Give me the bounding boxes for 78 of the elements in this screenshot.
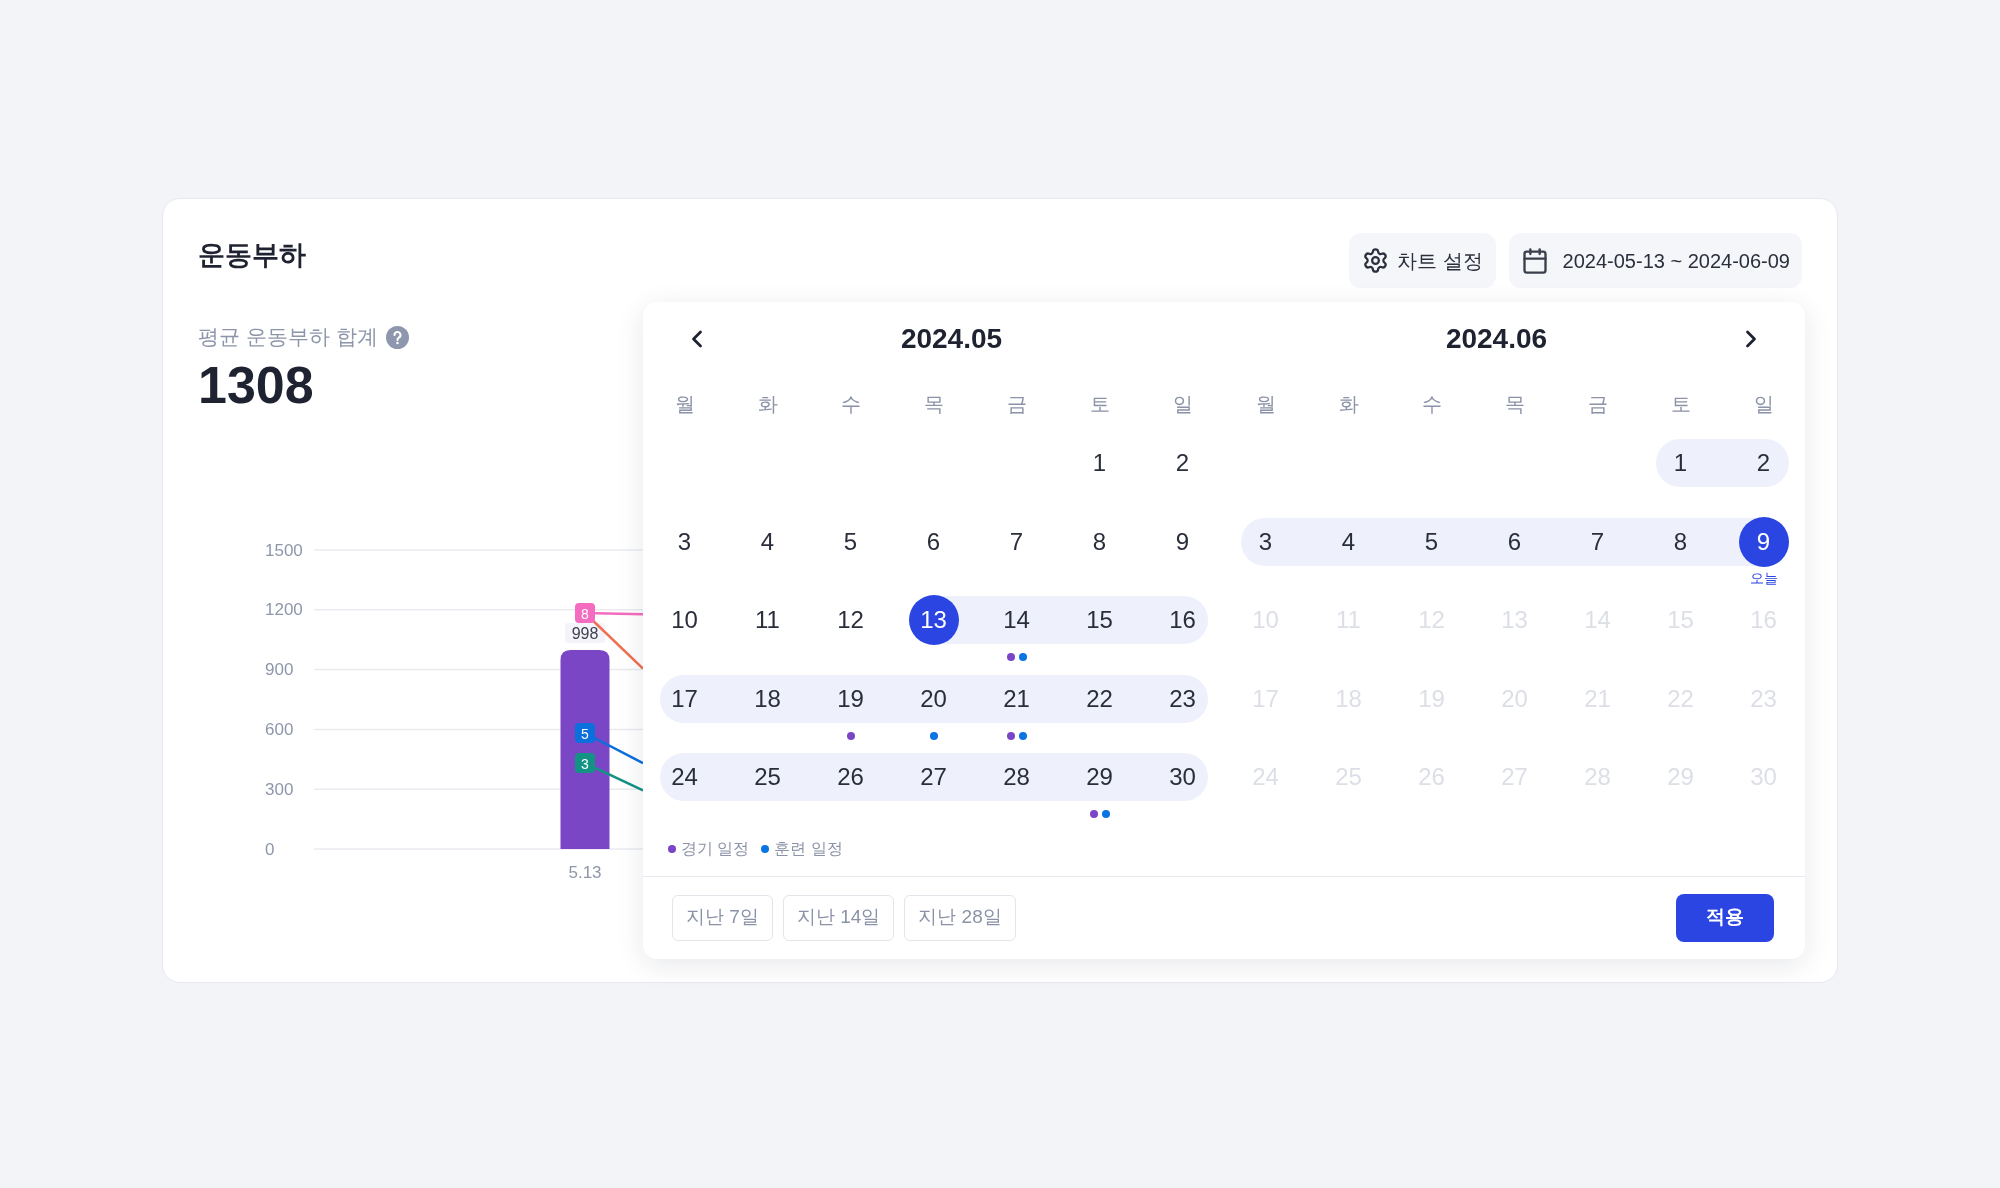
calendar-icon — [1520, 246, 1549, 275]
chart-settings-button[interactable]: 차트 설정 — [1349, 233, 1496, 288]
y-axis-label: 1200 — [265, 600, 303, 620]
weekday-label: 목 — [1504, 392, 1525, 417]
weekday-label: 토 — [1089, 392, 1110, 417]
value-label: 998 — [565, 623, 605, 644]
data-label: 998 — [571, 624, 599, 642]
y-axis-label: 0 — [265, 839, 275, 859]
calendar-day[interactable]: 26 — [825, 752, 876, 802]
calendar-day[interactable]: 2 — [1157, 438, 1208, 488]
weekday-label: 화 — [1338, 392, 1359, 417]
line-badge: 8 — [575, 603, 595, 623]
weekday-label: 수 — [1421, 392, 1442, 417]
weekday-label: 월 — [1255, 392, 1276, 417]
today-label: 오늘 — [1749, 570, 1778, 585]
calendar-day[interactable]: 11 — [742, 595, 793, 645]
weekday-label: 목 — [923, 392, 944, 417]
calendar-day[interactable]: 8 — [1655, 516, 1706, 567]
calendar-day[interactable]: 27 — [908, 752, 959, 802]
y-axis-label: 1500 — [265, 540, 303, 560]
calendar-day[interactable]: 1 — [1655, 438, 1706, 488]
calendar-day[interactable]: 17 — [659, 673, 710, 724]
calendar-day[interactable]: 6 — [908, 516, 959, 567]
weekday-label: 토 — [1670, 392, 1691, 417]
y-axis-label: 600 — [265, 719, 294, 739]
calendar-day[interactable]: 18 — [742, 673, 793, 724]
calendar-day[interactable]: 8 — [1074, 516, 1125, 567]
calendar-day[interactable]: 7 — [991, 516, 1042, 567]
calendar-day[interactable]: 12 — [825, 595, 876, 645]
calendar-day[interactable]: 24 — [659, 752, 710, 802]
month-title: 2024.05 — [900, 322, 1003, 356]
calendar-day[interactable]: 20 — [908, 673, 959, 724]
panel-title: 운동부하 — [198, 239, 306, 272]
weekday-label: 금 — [1587, 392, 1608, 417]
calendar-day[interactable]: 22 — [1074, 673, 1125, 724]
calendar-day[interactable]: 2 — [1738, 438, 1789, 488]
calendar-day[interactable]: 25 — [742, 752, 793, 802]
calendar-day[interactable]: 21 — [991, 673, 1042, 724]
legend-label: 경기 일정 — [681, 838, 750, 859]
calendar-day[interactable]: 7 — [1572, 516, 1623, 567]
weekday-label: 월 — [674, 392, 695, 417]
legend-label: 훈련 일정 — [774, 838, 843, 859]
calendar-day[interactable]: 3 — [1240, 516, 1291, 567]
calendar-day[interactable]: 13 — [908, 595, 959, 645]
y-axis-label: 300 — [265, 779, 294, 799]
weekday-label: 수 — [840, 392, 861, 417]
weekday-label: 일 — [1753, 392, 1774, 417]
calendar-day[interactable]: 30 — [1157, 752, 1208, 802]
help-icon[interactable] — [385, 325, 409, 349]
weekday-label: 금 — [1006, 392, 1027, 417]
calendar-day[interactable]: 23 — [1157, 673, 1208, 724]
gear-icon — [1362, 247, 1390, 274]
calendar-day[interactable]: 4 — [1323, 516, 1374, 567]
metric-label: 평균 운동부하 합계 — [198, 324, 378, 351]
x-axis-label: 5.13 — [568, 862, 602, 882]
date-range-button[interactable]: 2024-05-13 ~ 2024-06-09 — [1508, 233, 1802, 288]
calendar-day[interactable]: 19 — [825, 673, 876, 724]
calendar-day[interactable]: 3 — [659, 516, 710, 567]
calendar-day[interactable]: 10 — [659, 595, 710, 645]
calendar-day[interactable]: 9 — [1157, 516, 1208, 567]
weekday-label: 일 — [1172, 392, 1193, 417]
calendar-day[interactable]: 5 — [1406, 516, 1457, 567]
calendar-day[interactable]: 5 — [825, 516, 876, 567]
weekday-label: 화 — [757, 392, 778, 417]
y-axis-label: 900 — [265, 660, 294, 680]
metric-value: 1308 — [198, 357, 314, 413]
calendar-day[interactable]: 16 — [1157, 595, 1208, 645]
calendar-day[interactable]: 15 — [1074, 595, 1125, 645]
calendar-day[interactable]: 4 — [742, 516, 793, 567]
calendar-day[interactable]: 14 — [991, 595, 1042, 645]
calendar-day[interactable]: 29 — [1074, 752, 1125, 802]
calendar-day[interactable]: 6 — [1489, 516, 1540, 567]
month-title: 2024.06 — [1445, 322, 1548, 356]
apply-button[interactable]: 적용 — [1676, 893, 1774, 942]
line-badge: 3 — [575, 753, 595, 773]
calendar-day[interactable]: 28 — [991, 752, 1042, 802]
calendar-day[interactable]: 1 — [1074, 438, 1125, 488]
line-badge: 5 — [575, 723, 595, 743]
